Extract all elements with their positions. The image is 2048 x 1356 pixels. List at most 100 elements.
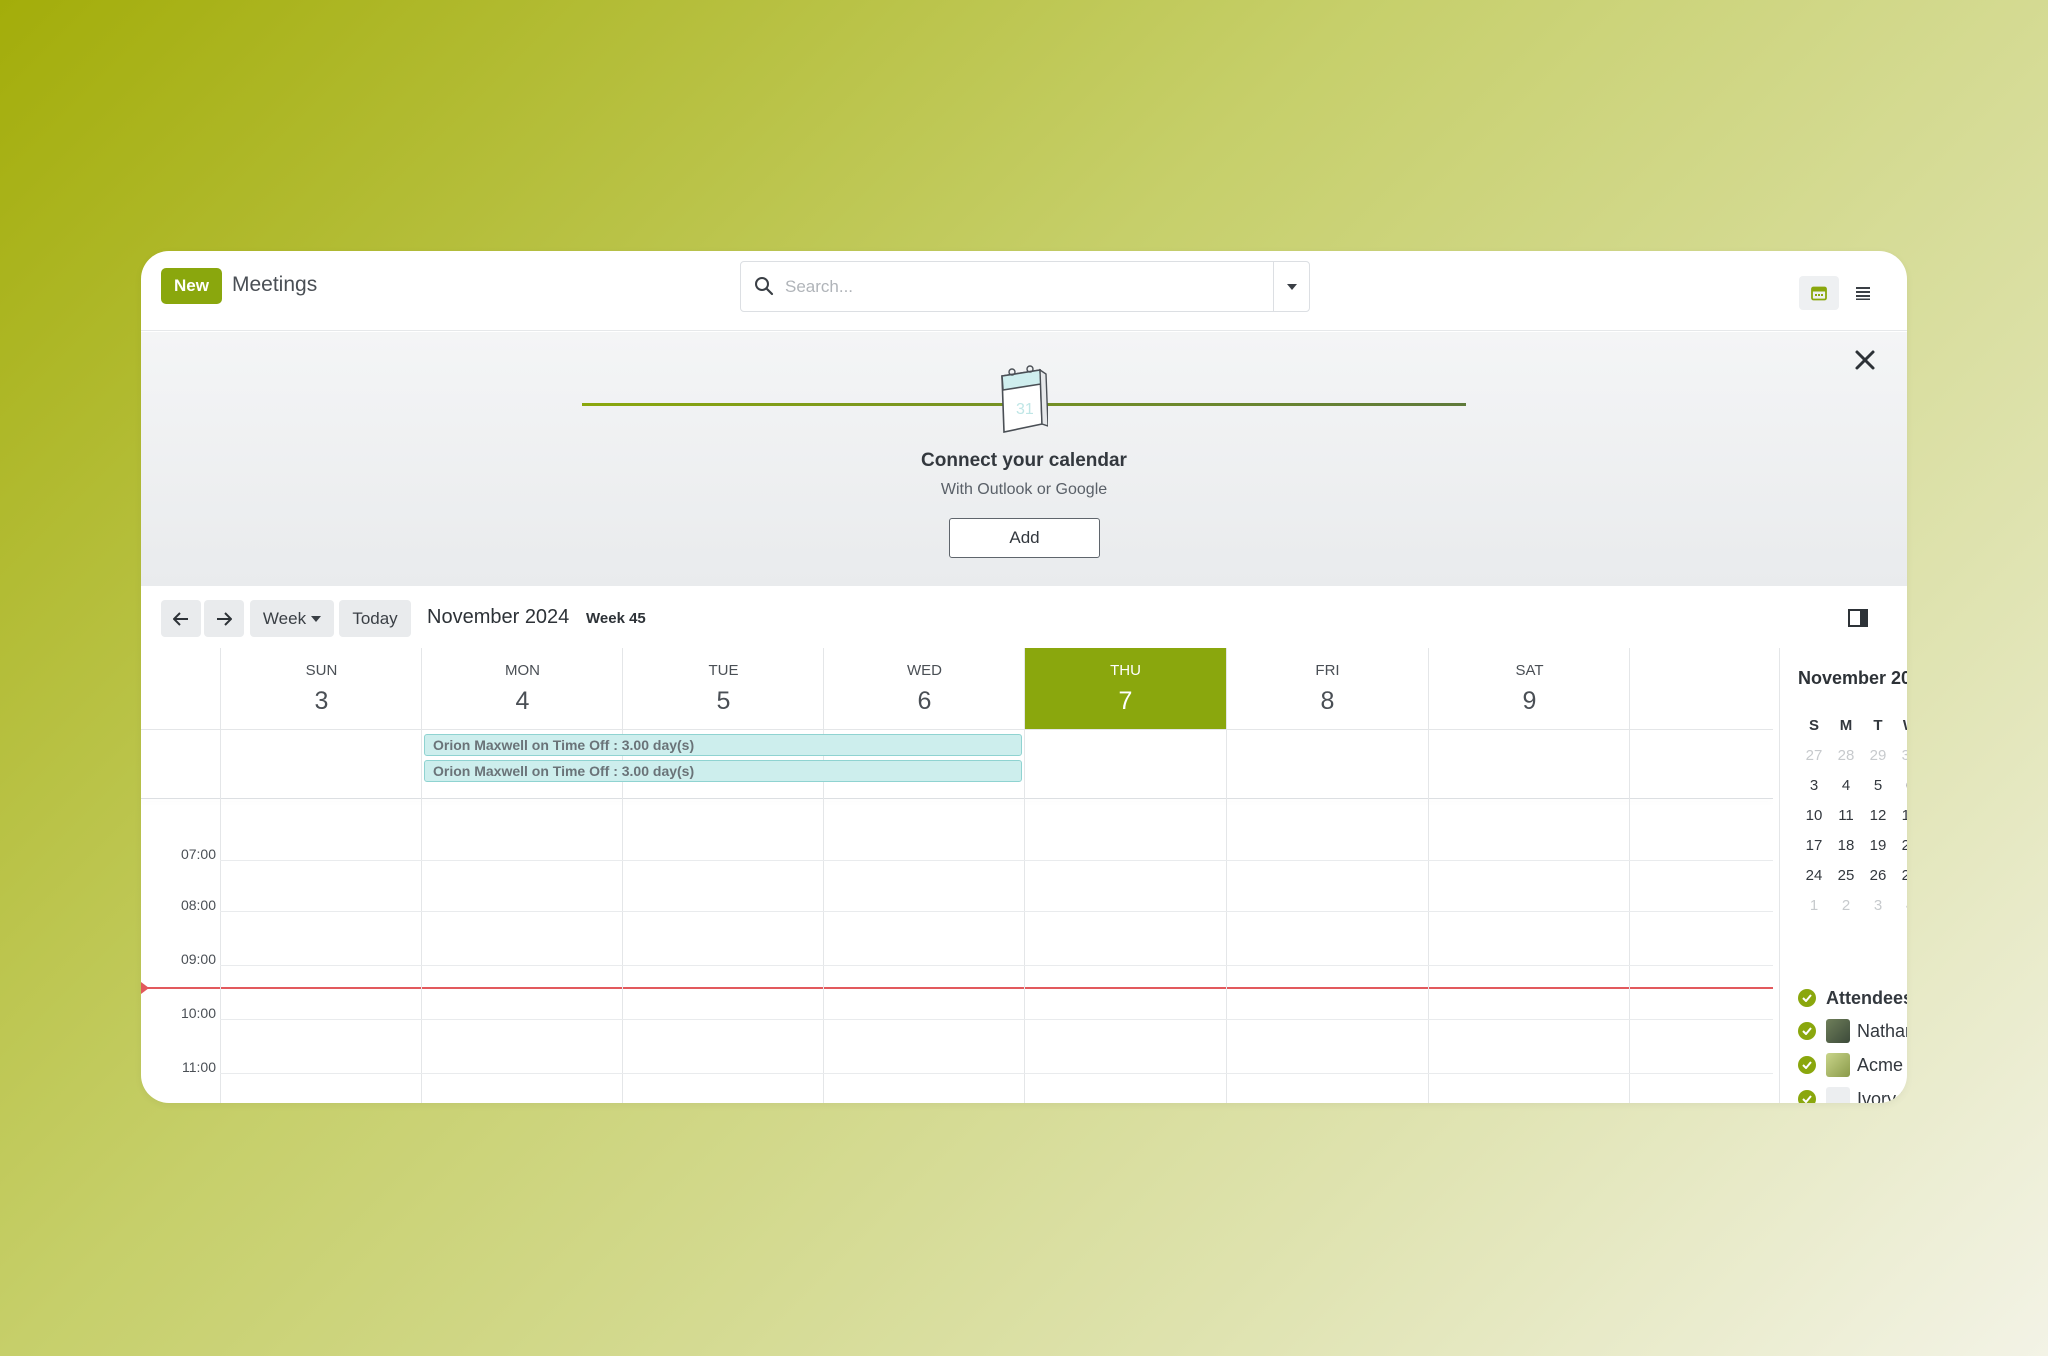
mini-calendar-day[interactable]: 3 (1798, 777, 1830, 794)
check-icon (1798, 1022, 1816, 1040)
mini-calendar-day[interactable]: 28 (1830, 747, 1862, 764)
day-number: 4 (1906, 897, 1907, 914)
mini-calendar-day[interactable]: 11 (1830, 807, 1862, 824)
day-number: 4 (515, 687, 530, 715)
current-time-line (141, 987, 1773, 989)
period-title: November 2024 (427, 606, 570, 628)
day-header-sun[interactable]: SUN 3 (221, 648, 422, 729)
hour-line (220, 1073, 1773, 1074)
mini-calendar-day[interactable]: 6 (1894, 777, 1907, 794)
search-options-button[interactable] (1273, 262, 1309, 311)
mini-calendar-day[interactable]: 13 (1894, 807, 1907, 824)
day-name: THU (1110, 662, 1141, 679)
day-number: 13 (1901, 806, 1907, 824)
check-icon (1798, 989, 1816, 1007)
list-view-button[interactable] (1843, 276, 1883, 310)
day-header-sat[interactable]: SAT 9 (1429, 648, 1630, 729)
mini-calendar-day[interactable]: 4 (1830, 777, 1862, 794)
mini-calendar-day[interactable]: 12 (1862, 807, 1894, 824)
all-day-event[interactable]: Orion Maxwell on Time Off : 3.00 day(s) (424, 760, 1022, 782)
mini-calendar-day[interactable]: 4 (1894, 897, 1907, 914)
day-number: 3 (1873, 896, 1883, 914)
day-number: 28 (1837, 746, 1855, 764)
hour-line (220, 860, 1773, 861)
list-icon (1856, 287, 1870, 300)
calendar-view-button[interactable] (1799, 276, 1839, 310)
caret-down-icon (1286, 283, 1297, 290)
mini-calendar-day[interactable]: 18 (1830, 837, 1862, 854)
hour-label: 07:00 (180, 846, 216, 862)
next-button[interactable] (204, 600, 244, 637)
mini-calendar-day[interactable]: 1 (1798, 897, 1830, 914)
mini-calendar-day[interactable]: 19 (1862, 837, 1894, 854)
mini-calendar-day[interactable]: 27 (1798, 747, 1830, 764)
mini-calendar-week: 272829303112 (1798, 740, 1907, 770)
check-icon (1798, 1056, 1816, 1074)
day-header-fri[interactable]: FRI 8 (1227, 648, 1428, 729)
day-number: 4 (1841, 776, 1851, 794)
side-panel-toggle-icon[interactable] (1847, 607, 1869, 629)
search-box (740, 261, 1310, 312)
mini-calendar-day[interactable]: 17 (1798, 837, 1830, 854)
day-header-wed[interactable]: WED 6 (824, 648, 1025, 729)
previous-button[interactable] (161, 600, 201, 637)
today-button[interactable]: Today (339, 600, 411, 637)
mini-calendar-week: 24252627282930 (1798, 860, 1907, 890)
close-icon[interactable] (1853, 348, 1877, 372)
day-name: SAT (1515, 662, 1544, 679)
day-header-mon[interactable]: MON 4 (422, 648, 623, 729)
mini-calendar-week: 3456789 (1798, 770, 1907, 800)
mini-calendar-day[interactable]: 2 (1830, 897, 1862, 914)
attendee-item[interactable]: Nathan Bennet (1798, 1018, 1907, 1044)
day-number: 17 (1805, 836, 1823, 854)
mini-calendar-day[interactable]: 30 (1894, 747, 1907, 764)
view-scale-dropdown[interactable]: Week (250, 600, 334, 637)
day-number: 6 (917, 687, 932, 715)
connect-calendar-banner: 31 Connect your calendar With Outlook or… (141, 332, 1907, 586)
search-input[interactable] (785, 272, 1255, 302)
view-scale-label: Week (262, 608, 307, 628)
all-day-event[interactable]: Orion Maxwell on Time Off : 3.00 day(s) (424, 734, 1022, 756)
all-day-divider (141, 798, 1773, 799)
day-number: 10 (1805, 806, 1823, 824)
mini-calendar-week: 17181920212223 (1798, 830, 1907, 860)
day-number: 3 (1809, 776, 1819, 794)
mini-calendar-day[interactable]: 27 (1894, 867, 1907, 884)
hour-label: 10:00 (180, 1005, 216, 1021)
hour-label: 08:00 (180, 897, 216, 913)
attendees-filter-header[interactable]: Attendees (1798, 985, 1907, 1011)
add-calendar-button[interactable]: Add (949, 518, 1100, 558)
arrow-left-icon (173, 611, 188, 626)
mini-calendar-day[interactable]: 20 (1894, 837, 1907, 854)
day-number: 29 (1869, 746, 1887, 764)
day-number: 30 (1901, 746, 1907, 764)
attendee-item[interactable]: Ivory Tower Techn... (1798, 1086, 1907, 1103)
day-number: 26 (1869, 866, 1887, 884)
hour-label: 09:00 (180, 951, 216, 967)
day-number: 7 (1118, 687, 1133, 715)
day-number: 11 (1838, 806, 1854, 824)
weekday-label: M (1839, 716, 1853, 734)
mini-calendar-day[interactable]: 5 (1862, 777, 1894, 794)
day-number: 24 (1805, 866, 1823, 884)
attendee-item[interactable]: Acme Inc, Orion M... (1798, 1052, 1907, 1078)
mini-calendar-day[interactable]: 3 (1862, 897, 1894, 914)
new-button[interactable]: New (161, 268, 222, 304)
mini-calendar-day[interactable]: 26 (1862, 867, 1894, 884)
avatar (1826, 1053, 1850, 1077)
day-number: 27 (1901, 866, 1907, 884)
mini-calendar-day[interactable]: 29 (1862, 747, 1894, 764)
mini-calendar-week: 10111213141516 (1798, 800, 1907, 830)
day-name: MON (505, 662, 540, 679)
mini-calendar-day[interactable]: 25 (1830, 867, 1862, 884)
banner-subtitle: With Outlook or Google (940, 481, 1108, 498)
mini-calendar-title: November 2024 (1798, 668, 1907, 688)
current-time-marker (141, 982, 149, 994)
hour-line (220, 965, 1773, 966)
day-header-tue[interactable]: TUE 5 (623, 648, 824, 729)
mini-calendar-day[interactable]: 24 (1798, 867, 1830, 884)
week-number-badge: Week 45 (586, 610, 646, 627)
mini-calendar-day[interactable]: 10 (1798, 807, 1830, 824)
calendar-illustration-icon: 31 (1001, 365, 1048, 433)
day-header-thu[interactable]: THU 7 (1025, 648, 1226, 729)
